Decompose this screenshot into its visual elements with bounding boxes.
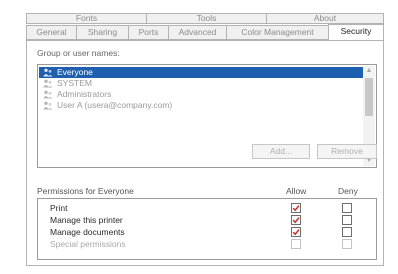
list-item-label: User A (usera@company.com): [57, 100, 173, 110]
permission-row: Print: [38, 202, 376, 214]
list-item-user-a[interactable]: User A (usera@company.com): [39, 100, 363, 111]
security-panel: Group or user names: Everyone SYSTEM Adm…: [26, 40, 384, 266]
permissions-list: Print Manage this printer Manage documents…: [37, 198, 377, 260]
deny-checkbox[interactable]: [342, 215, 352, 225]
tab-about[interactable]: About: [266, 13, 384, 24]
permission-name: Manage documents: [50, 227, 125, 237]
tab-security[interactable]: Security: [328, 24, 384, 41]
permission-row: Manage documents: [38, 226, 376, 238]
allow-checkbox[interactable]: [291, 239, 301, 249]
user-group-icon: [43, 101, 53, 110]
add-button[interactable]: Add...: [252, 144, 310, 159]
permissions-header: Permissions for Everyone: [37, 186, 134, 196]
allow-column-label: Allow: [286, 186, 307, 196]
tab-tools[interactable]: Tools: [146, 13, 266, 24]
chevron-up-icon[interactable]: ▲: [363, 66, 375, 76]
allow-checkbox[interactable]: [291, 215, 301, 225]
list-item-label: Administrators: [57, 89, 112, 99]
scroll-thumb[interactable]: [365, 78, 373, 116]
list-item-system[interactable]: SYSTEM: [39, 78, 363, 89]
printer-properties-dialog: Fonts Tools About General Sharing Ports …: [26, 11, 384, 266]
permission-name: Print: [50, 203, 68, 213]
permission-name: Special permissions: [50, 239, 126, 249]
remove-button[interactable]: Remove: [317, 144, 377, 159]
tab-advanced[interactable]: Advanced: [168, 25, 226, 40]
user-group-icon: [43, 90, 53, 99]
tab-general[interactable]: General: [26, 25, 76, 40]
allow-checkbox[interactable]: [291, 203, 301, 213]
list-item-label: Everyone: [57, 67, 93, 77]
deny-checkbox[interactable]: [342, 203, 352, 213]
permission-row: Manage this printer: [38, 214, 376, 226]
permission-row: Special permissions: [38, 238, 376, 250]
tab-ports[interactable]: Ports: [128, 25, 168, 40]
tab-sharing[interactable]: Sharing: [76, 25, 128, 40]
permission-name: Manage this printer: [50, 215, 123, 225]
allow-checkbox[interactable]: [291, 227, 301, 237]
tab-row-front: General Sharing Ports Advanced Color Man…: [26, 24, 384, 41]
user-group-icon: [43, 68, 53, 77]
tab-row-back: Fonts Tools About: [26, 13, 384, 24]
deny-column-label: Deny: [338, 186, 358, 196]
tab-color-management[interactable]: Color Management: [226, 25, 328, 40]
groups-label: Group or user names:: [37, 48, 120, 58]
list-item-administrators[interactable]: Administrators: [39, 89, 363, 100]
deny-checkbox[interactable]: [342, 227, 352, 237]
user-group-icon: [43, 79, 53, 88]
tab-fonts[interactable]: Fonts: [26, 13, 146, 24]
deny-checkbox[interactable]: [342, 239, 352, 249]
list-item-label: SYSTEM: [57, 78, 92, 88]
list-item-everyone[interactable]: Everyone: [39, 67, 363, 78]
